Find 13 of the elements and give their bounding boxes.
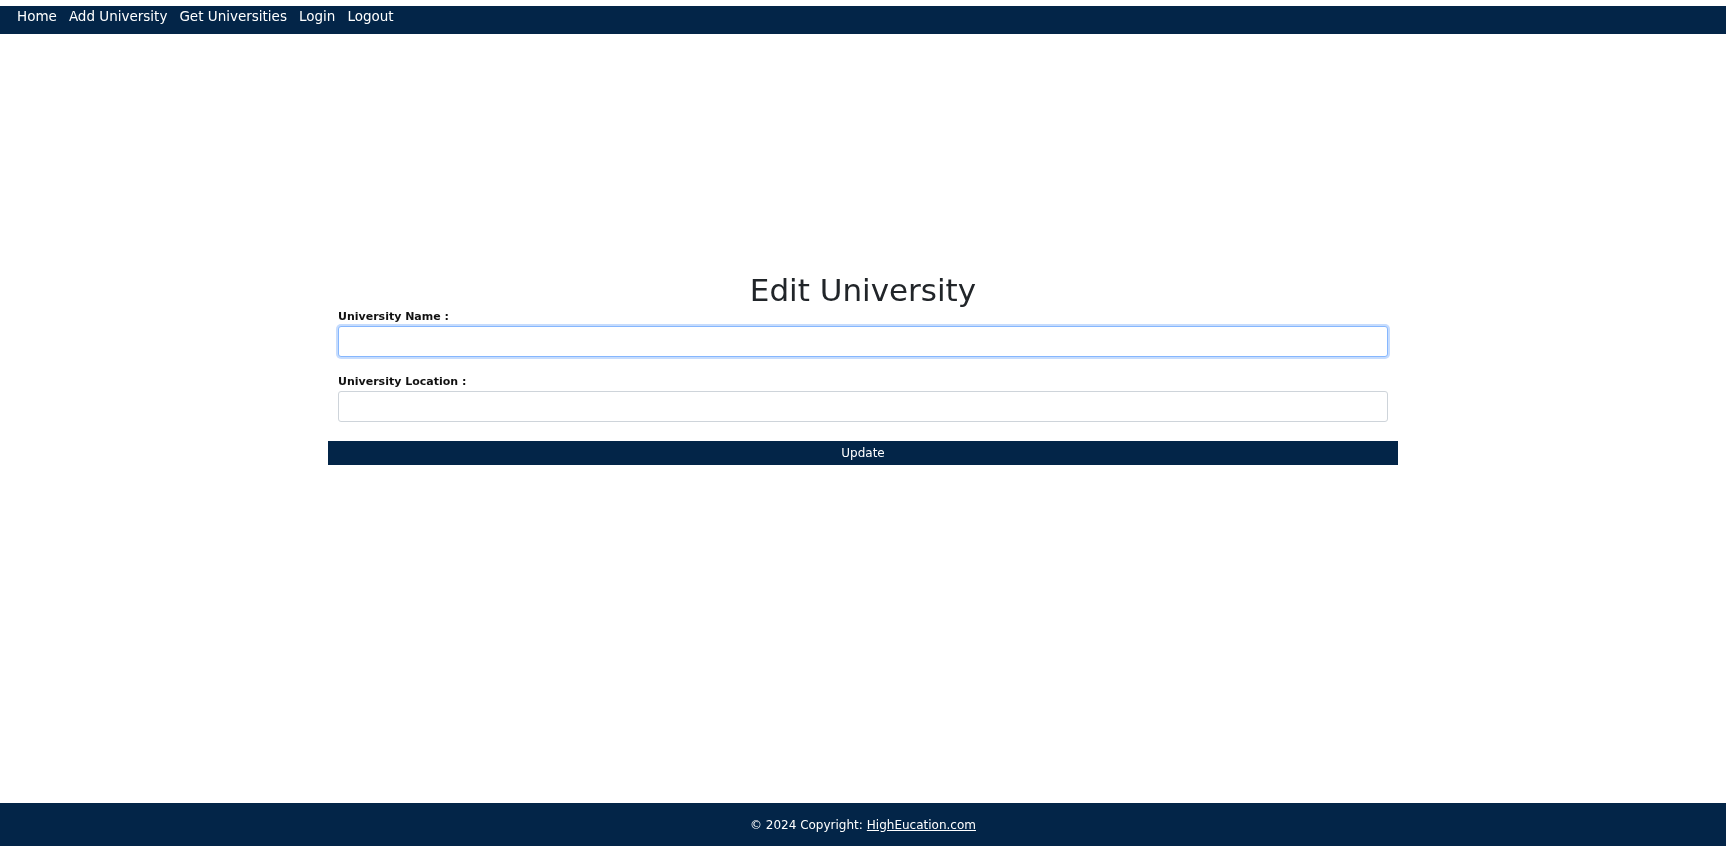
nav-link[interactable]: Login bbox=[298, 6, 336, 24]
update-button[interactable]: Update bbox=[328, 441, 1398, 466]
nav-link[interactable]: Home bbox=[17, 6, 57, 24]
page-title: Edit University bbox=[749, 271, 977, 310]
input-field[interactable] bbox=[338, 391, 1388, 423]
field-label: University Location : bbox=[338, 375, 468, 389]
copyright-text: © 2024 Copyright: bbox=[750, 817, 863, 832]
input-field[interactable] bbox=[338, 326, 1388, 358]
nav-link[interactable]: Add University bbox=[68, 6, 168, 24]
field-label: University Name : bbox=[338, 310, 450, 324]
footer-link[interactable]: HighEucation.com bbox=[866, 817, 976, 832]
nav-link[interactable]: Get Universities bbox=[179, 6, 287, 24]
nav-link[interactable]: Logout bbox=[347, 6, 394, 24]
